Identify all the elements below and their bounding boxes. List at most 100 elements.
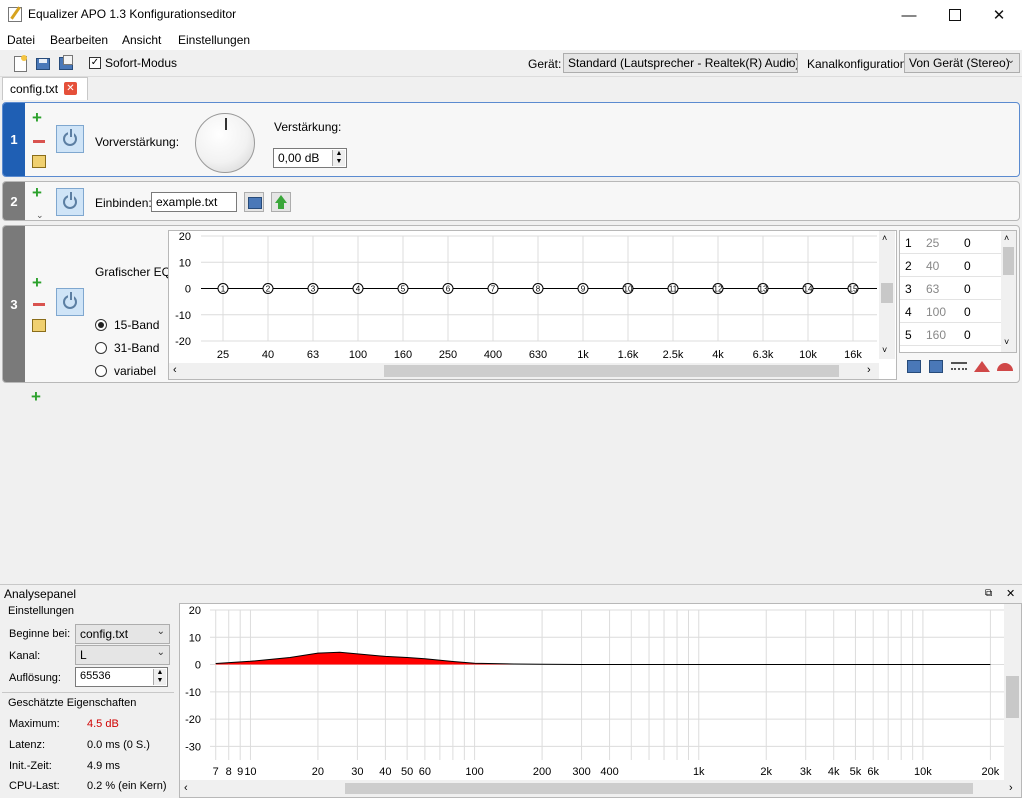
eq-point-label: 5 <box>401 285 406 294</box>
close-panel-icon[interactable]: ✕ <box>1006 587 1015 600</box>
chevron-down-icon: ⌄ <box>156 626 165 637</box>
eq-point-label: 6 <box>446 285 451 294</box>
eq-y-tick-label: 20 <box>179 231 191 243</box>
reset-icon[interactable] <box>997 363 1013 371</box>
response-x-tick-label: 3k <box>800 766 812 778</box>
band-table-row[interactable]: 4 100 0 <box>900 300 1001 323</box>
open-file-icon[interactable] <box>35 55 51 71</box>
band-gain[interactable]: 0 <box>964 282 971 296</box>
power-toggle-icon[interactable] <box>56 288 84 316</box>
response-x-tick-label: 7 <box>213 766 219 778</box>
init-time-value: 4.9 ms <box>87 760 121 772</box>
add-filter-icon[interactable]: + <box>32 184 42 201</box>
radio-variable[interactable] <box>95 365 107 377</box>
add-filter-bottom-icon[interactable]: + <box>31 388 41 405</box>
band-table-row[interactable]: 2 40 0 <box>900 254 1001 277</box>
device-select[interactable]: Standard (Lautsprecher - Realtek(R) Audi… <box>563 53 798 73</box>
remove-filter-icon[interactable] <box>33 303 45 306</box>
band-gain[interactable]: 0 <box>964 236 971 250</box>
minimize-button[interactable]: — <box>886 0 932 30</box>
menu-ansicht[interactable]: Ansicht <box>122 33 161 47</box>
save-file-icon[interactable] <box>58 55 74 71</box>
eq-x-tick-label: 4k <box>712 349 724 361</box>
band-gain[interactable]: 0 <box>964 328 971 342</box>
band-frequency: 160 <box>926 328 947 342</box>
remove-filter-icon[interactable] <box>33 140 45 143</box>
band-gain[interactable]: 0 <box>964 305 971 319</box>
eq-x-tick-label: 250 <box>439 349 457 361</box>
response-area <box>215 652 991 665</box>
response-y-tick-label: 20 <box>189 605 201 617</box>
resolution-spinbox[interactable]: 65536 ▲ ▼ <box>75 667 168 687</box>
undock-icon[interactable]: ⧉ <box>985 588 992 599</box>
response-horizontal-scrollbar[interactable]: ‹ › <box>180 780 1021 797</box>
tab-label: config.txt <box>10 82 59 96</box>
close-tab-icon[interactable]: ✕ <box>64 82 77 95</box>
band-frequency: 40 <box>926 259 940 273</box>
eq-horizontal-scrollbar[interactable]: ‹ › <box>169 363 879 379</box>
response-vertical-scrollbar[interactable] <box>1004 604 1021 780</box>
eq-point-label: 15 <box>849 285 858 294</box>
response-x-tick-label: 50 <box>401 766 413 778</box>
radio-15-band-label: 15-Band <box>114 318 160 332</box>
eq-vertical-scrollbar[interactable]: ˄ ˅ <box>879 231 895 359</box>
start-select[interactable]: config.txt ⌄ <box>75 624 170 644</box>
eq-point-label: 9 <box>581 285 586 294</box>
tab-config[interactable]: config.txt ✕ <box>2 77 88 100</box>
band-gain[interactable]: 0 <box>964 259 971 273</box>
eq-point-label: 10 <box>624 285 633 294</box>
band-table-row[interactable]: 1 25 0 <box>900 231 1001 254</box>
maximum-label: Maximum: <box>9 718 60 730</box>
include-file-field[interactable]: example.txt <box>151 192 237 212</box>
gain-spinbox[interactable]: 0,00 dB ▲ ▼ <box>273 148 347 168</box>
add-filter-icon[interactable]: + <box>32 109 42 126</box>
edit-filter-icon[interactable] <box>32 155 46 168</box>
response-x-tick-label: 9 <box>237 766 243 778</box>
spin-arrows-icon[interactable]: ▲ ▼ <box>332 150 345 166</box>
instant-mode-checkbox[interactable]: ✓ <box>89 57 101 69</box>
channel-select[interactable]: L ⌄ <box>75 645 170 665</box>
band-table-row[interactable]: 3 63 0 <box>900 277 1001 300</box>
include-label: Einbinden: <box>95 196 152 210</box>
response-x-tick-label: 300 <box>572 766 590 778</box>
expand-icon[interactable]: ⌄ <box>36 210 44 221</box>
graphic-eq-chart[interactable]: 20 10 0 -10 -20 1 25 2 40 3 63 4 100 5 160 6 250 7 400 8 630… <box>168 230 897 380</box>
channel-config-select[interactable]: Von Gerät (Stereo) ⌄ <box>904 53 1020 73</box>
normalize-icon[interactable] <box>974 361 990 372</box>
invert-response-icon[interactable] <box>951 362 967 370</box>
menu-einstellungen[interactable]: Einstellungen <box>178 33 250 47</box>
eq-point-label: 12 <box>714 285 723 294</box>
eq-x-tick-label: 25 <box>217 349 229 361</box>
response-x-tick-label: 400 <box>600 766 618 778</box>
response-x-tick-label: 2k <box>760 766 772 778</box>
spin-arrows-icon[interactable]: ▲ ▼ <box>153 669 166 685</box>
response-x-tick-label: 20 <box>312 766 324 778</box>
new-file-icon[interactable] <box>12 55 28 72</box>
init-time-label: Init.-Zeit: <box>9 760 52 772</box>
close-button[interactable]: ✕ <box>976 0 1022 30</box>
edit-filter-icon[interactable] <box>32 319 46 332</box>
latency-value: 0.0 ms (0 S.) <box>87 739 150 751</box>
response-x-tick-label: 60 <box>419 766 431 778</box>
up-arrow-icon[interactable] <box>271 192 291 212</box>
radio-15-band[interactable] <box>95 319 107 331</box>
import-icon[interactable] <box>907 360 921 373</box>
eq-x-tick-label: 16k <box>844 349 862 361</box>
band-table-scrollbar[interactable]: ˄ ˅ <box>1001 231 1016 352</box>
maximize-button[interactable] <box>932 0 978 30</box>
menu-datei[interactable]: Datei <box>7 33 35 47</box>
power-toggle-icon[interactable] <box>56 188 84 216</box>
response-x-tick-label: 1k <box>693 766 705 778</box>
preamp-knob[interactable] <box>195 113 255 173</box>
add-filter-icon[interactable]: + <box>32 274 42 291</box>
export-icon[interactable] <box>929 360 943 373</box>
band-table-row[interactable]: 5 160 0 <box>900 323 1001 346</box>
frequency-response-chart[interactable]: 20 10 0 -10 -20 -30 7 8 9 10 20 30 40 50 60 100 200 300 40… <box>179 603 1022 798</box>
channel-label: Kanal: <box>9 650 41 662</box>
radio-31-band[interactable] <box>95 342 107 354</box>
response-x-tick-label: 200 <box>533 766 551 778</box>
open-include-icon[interactable] <box>244 192 264 212</box>
menu-bearbeiten[interactable]: Bearbeiten <box>50 33 108 47</box>
latency-label: Latenz: <box>9 739 46 751</box>
power-toggle-icon[interactable] <box>56 125 84 153</box>
